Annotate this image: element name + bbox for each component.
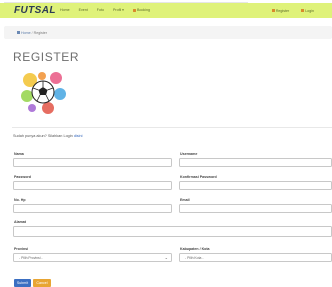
nav-menu: Home Event Foto Profil ▾ Booking: [60, 3, 159, 18]
kabupaten-label: Kabupaten / Kota: [180, 247, 210, 251]
email-label: Email: [180, 198, 190, 202]
login-link[interactable]: disini: [74, 134, 83, 138]
nav-item-event[interactable]: Event: [79, 3, 88, 18]
alamat-input[interactable]: [13, 226, 332, 237]
breadcrumb-current: Register: [33, 30, 47, 35]
nav-item-booking[interactable]: Booking: [133, 3, 150, 18]
breadcrumb-home[interactable]: Home: [21, 31, 31, 35]
breadcrumb: Home / Register: [4, 26, 332, 39]
provinsi-select-value: - Pilih Provinsi -: [19, 256, 43, 260]
nav-item-booking-label: Booking: [137, 8, 150, 12]
nav-item-profil[interactable]: Profil ▾: [113, 3, 124, 18]
username-label: Username: [180, 152, 198, 156]
password-input[interactable]: [13, 181, 172, 190]
email-input[interactable]: [179, 204, 332, 213]
nav-register-link[interactable]: Register: [276, 9, 289, 13]
kabupaten-select[interactable]: - Pilih Kota -: [179, 253, 332, 262]
login-icon: [301, 9, 305, 12]
username-input[interactable]: [179, 158, 332, 167]
kabupaten-select-value: - Pilih Kota -: [185, 256, 204, 260]
submit-button[interactable]: Submit: [14, 279, 31, 287]
breadcrumb-separator: /: [31, 30, 33, 35]
nohp-label: No. Hp: [14, 198, 26, 202]
chevron-down-icon: ⌄: [164, 255, 168, 260]
nav-right: Register Login: [271, 3, 326, 18]
user-icon: [271, 9, 275, 12]
nav-item-home[interactable]: Home: [60, 3, 70, 18]
nav-login-link[interactable]: Login: [305, 9, 314, 13]
page-title: REGISTER: [13, 50, 80, 64]
login-prompt-text: Sudah punya akun? Silahkan Login: [13, 134, 73, 138]
divider: [12, 127, 332, 128]
konfirmasi-password-label: Konfirmasi Password: [180, 175, 217, 179]
futsal-ball-logo: [21, 72, 66, 114]
alamat-label: Alamat: [14, 220, 26, 224]
cancel-button[interactable]: Cancel: [33, 279, 51, 287]
password-label: Password: [14, 175, 31, 179]
home-icon: [17, 31, 20, 34]
konfirmasi-password-input[interactable]: [179, 181, 332, 190]
nohp-input[interactable]: [13, 204, 172, 213]
brand-logo[interactable]: FUTSAL: [14, 5, 56, 16]
provinsi-select[interactable]: - Pilih Provinsi - ⌄: [13, 253, 172, 262]
calendar-icon: [133, 8, 136, 12]
nav-item-foto[interactable]: Foto: [97, 3, 104, 18]
navbar: FUTSAL Home Event Foto Profil ▾ Booking …: [0, 3, 332, 18]
nama-input[interactable]: [13, 158, 172, 167]
login-prompt: Sudah punya akun? Silahkan Login disini: [13, 134, 82, 138]
nama-label: Nama: [14, 152, 24, 156]
provinsi-label: Provinsi: [14, 247, 29, 251]
